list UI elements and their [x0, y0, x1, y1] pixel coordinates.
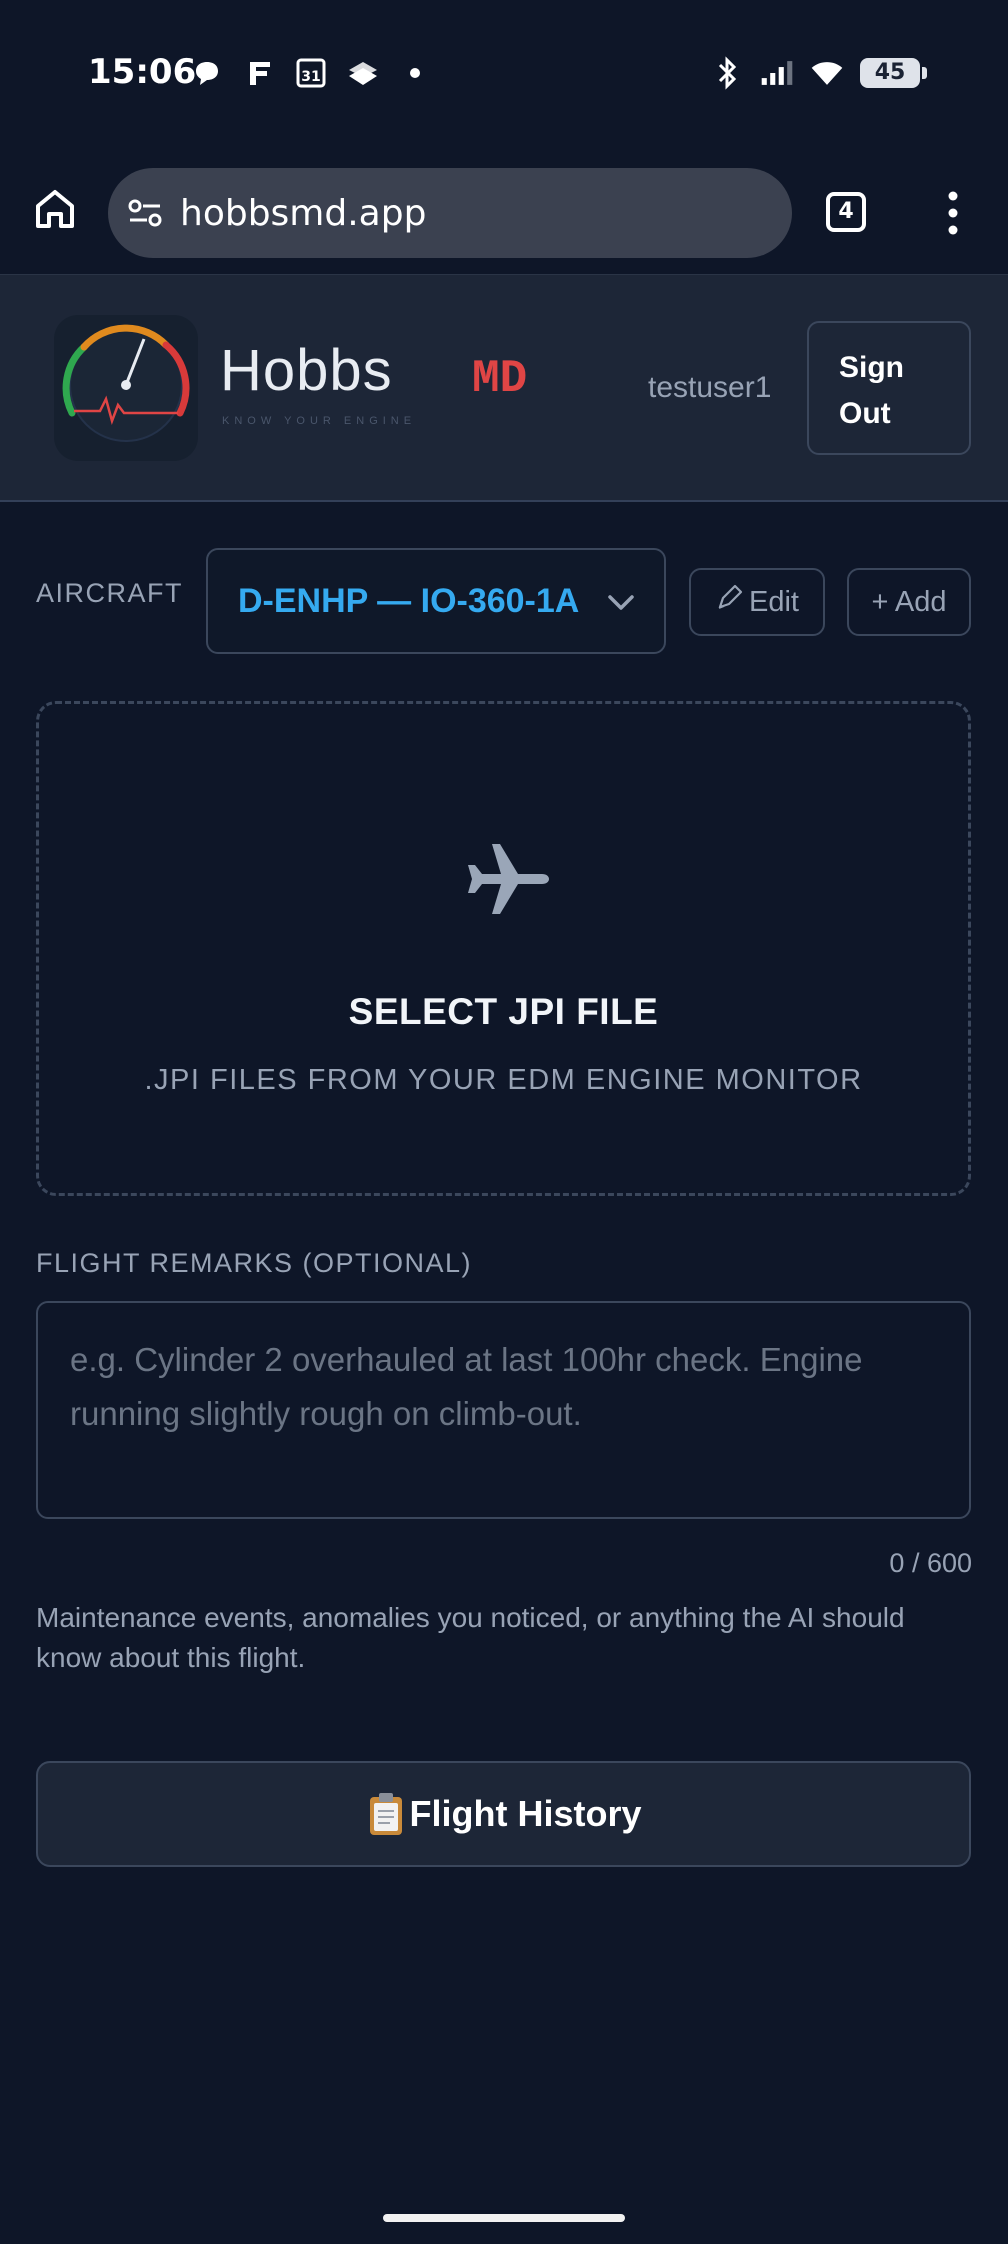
chat-bubble-icon — [190, 56, 224, 90]
battery-icon: 45 — [860, 58, 927, 88]
sign-out-button[interactable]: Sign Out — [807, 321, 971, 455]
site-settings-icon[interactable] — [126, 194, 164, 232]
status-bar: 15:06 31 45 — [0, 0, 1008, 150]
username: testuser1 — [648, 371, 772, 404]
dropzone-title: SELECT JPI FILE — [348, 991, 659, 1032]
url-text: hobbsmd.app — [180, 192, 427, 234]
edit-label: Edit — [749, 585, 799, 618]
cellular-signal-icon — [760, 56, 794, 90]
remarks-label: FLIGHT REMARKS (OPTIONAL) — [36, 1248, 473, 1278]
gesture-navigation-bar[interactable] — [383, 2214, 625, 2222]
system-icons: 45 — [710, 56, 927, 90]
flight-history-button[interactable]: Flight History — [36, 1761, 971, 1867]
brand-tagline: KNOW YOUR ENGINE — [222, 415, 417, 427]
dot-icon — [398, 56, 432, 90]
aircraft-select[interactable]: D-ENHP — IO-360-1A — [206, 548, 666, 654]
status-time: 15:06 — [88, 52, 197, 92]
chevron-down-icon — [606, 588, 636, 618]
f-app-icon — [242, 56, 276, 90]
add-aircraft-button[interactable]: + Add — [847, 568, 971, 636]
remarks-help-text: Maintenance events, anomalies you notice… — [36, 1602, 905, 1673]
dropzone-subtitle: .JPI FILES FROM YOUR EDM ENGINE MONITOR — [144, 1064, 863, 1096]
edit-aircraft-button[interactable]: Edit — [689, 568, 825, 636]
aircraft-label: AIRCRAFT — [36, 578, 183, 608]
bluetooth-icon — [710, 56, 744, 90]
home-icon[interactable] — [32, 186, 78, 232]
jpi-file-dropzone[interactable]: SELECT JPI FILE .JPI FILES FROM YOUR EDM… — [36, 701, 971, 1196]
notification-icons: 31 — [190, 56, 432, 90]
app-header: Hobbs KNOW YOUR ENGINE MD testuser1 Sign… — [0, 274, 1008, 502]
brand-name: Hobbs — [220, 338, 393, 403]
browser-toolbar: hobbsmd.app 4 — [0, 150, 1008, 274]
more-options-icon[interactable] — [940, 188, 966, 238]
remarks-textarea[interactable] — [36, 1301, 971, 1519]
brand-suffix: MD — [472, 353, 528, 405]
stack-app-icon — [346, 56, 380, 90]
remarks-char-count: 0 / 600 — [889, 1548, 972, 1578]
wifi-icon — [810, 56, 844, 90]
calendar-day: 31 — [301, 69, 320, 85]
address-bar[interactable]: hobbsmd.app — [108, 168, 792, 258]
clipboard-icon — [366, 1791, 406, 1837]
aircraft-selected-value: D-ENHP — IO-360-1A — [238, 581, 580, 620]
airplane-icon — [462, 834, 552, 924]
gauge-logo-icon — [54, 315, 198, 461]
calendar-31-icon: 31 — [294, 56, 328, 90]
pencil-icon — [715, 584, 743, 620]
tab-switcher-button[interactable]: 4 — [826, 192, 866, 232]
flight-history-label: Flight History — [409, 1793, 642, 1834]
